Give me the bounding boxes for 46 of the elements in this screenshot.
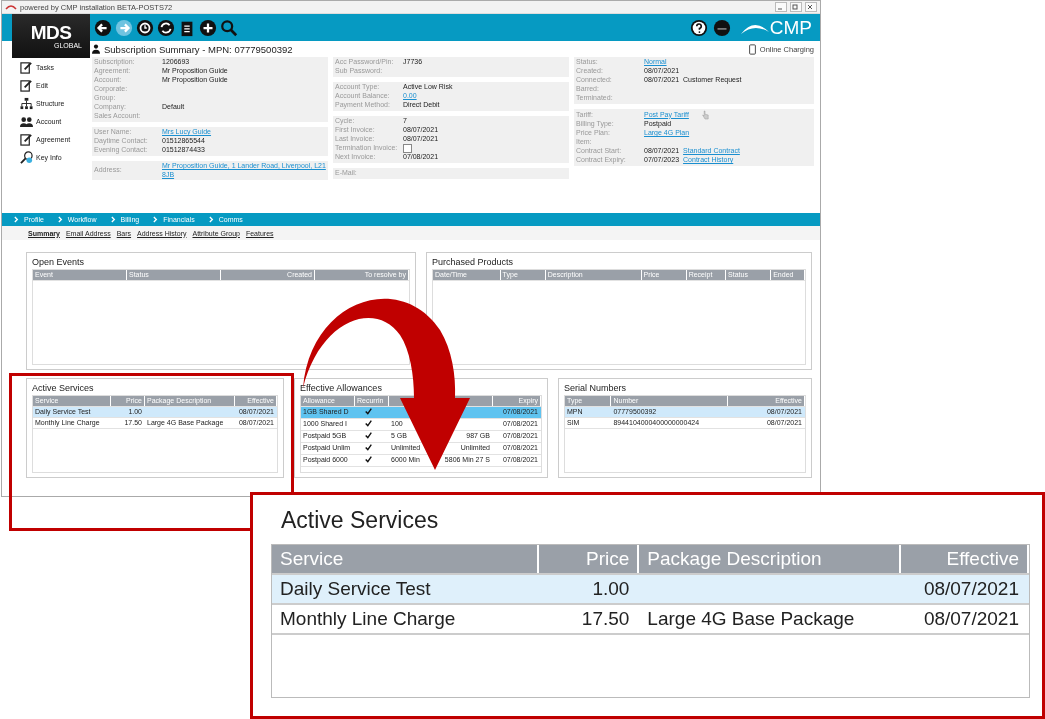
search-icon[interactable] xyxy=(220,18,238,37)
brand-logo: CMP xyxy=(739,16,812,39)
panel-title: Active Services xyxy=(281,507,440,534)
edit-icon xyxy=(20,133,33,146)
page-title: Subscription Summary - MPN: 07779500392 xyxy=(104,43,293,55)
maximize-button[interactable] xyxy=(790,2,802,12)
hierarchy-icon xyxy=(20,97,33,110)
help-icon[interactable] xyxy=(689,18,708,37)
panel-title: Active Services xyxy=(32,383,95,393)
panel-title: Purchased Products xyxy=(432,257,515,267)
table-cell-text: 17.50 xyxy=(580,607,631,631)
table-cell-text: 08/07/2021 xyxy=(922,577,1020,601)
close-icon xyxy=(806,3,814,11)
refresh-icon[interactable] xyxy=(157,18,175,37)
table-cell-text: Monthly Line Charge xyxy=(279,607,457,631)
close-button[interactable] xyxy=(805,2,817,12)
history-icon[interactable] xyxy=(136,18,154,37)
panel-title: Effective Allowances xyxy=(300,383,383,393)
column-header[interactable]: Package Description xyxy=(639,545,901,573)
swoosh-icon xyxy=(5,4,17,10)
column-header[interactable]: Service xyxy=(272,545,540,573)
person-icon xyxy=(92,44,100,54)
chevron-icon xyxy=(153,216,159,223)
panel-title: Serial Numbers xyxy=(564,383,628,393)
magnifier-icon xyxy=(20,151,33,164)
edit-icon xyxy=(20,79,33,92)
chevron-icon xyxy=(208,216,214,223)
column-header[interactable]: Effective xyxy=(900,545,1029,573)
checkbox[interactable] xyxy=(403,144,412,153)
chevron-icon xyxy=(57,216,63,223)
table-cell-text: Large 4G Base Package xyxy=(646,607,856,631)
back-icon[interactable] xyxy=(94,18,112,37)
column-header[interactable]: Price xyxy=(539,545,640,573)
chevron-icon xyxy=(14,216,19,223)
chevron-icon xyxy=(110,216,116,223)
edit-icon xyxy=(20,61,33,74)
people-icon xyxy=(20,115,33,128)
table-row[interactable]: Monthly Line Charge 17.50 Large 4G Base Package 08/07/2021 xyxy=(272,605,1029,635)
phone-icon xyxy=(748,43,756,55)
maximize-icon xyxy=(791,3,799,11)
table-row[interactable]: Daily Service Test 1.00 08/07/2021 xyxy=(272,575,1029,605)
panel-title: Open Events xyxy=(32,257,86,267)
add-icon[interactable] xyxy=(199,18,217,37)
table-cell-text: Daily Service Test xyxy=(279,577,432,601)
table-cell-text: 08/07/2021 xyxy=(922,607,1020,631)
table-cell-text: 1.00 xyxy=(591,577,631,601)
